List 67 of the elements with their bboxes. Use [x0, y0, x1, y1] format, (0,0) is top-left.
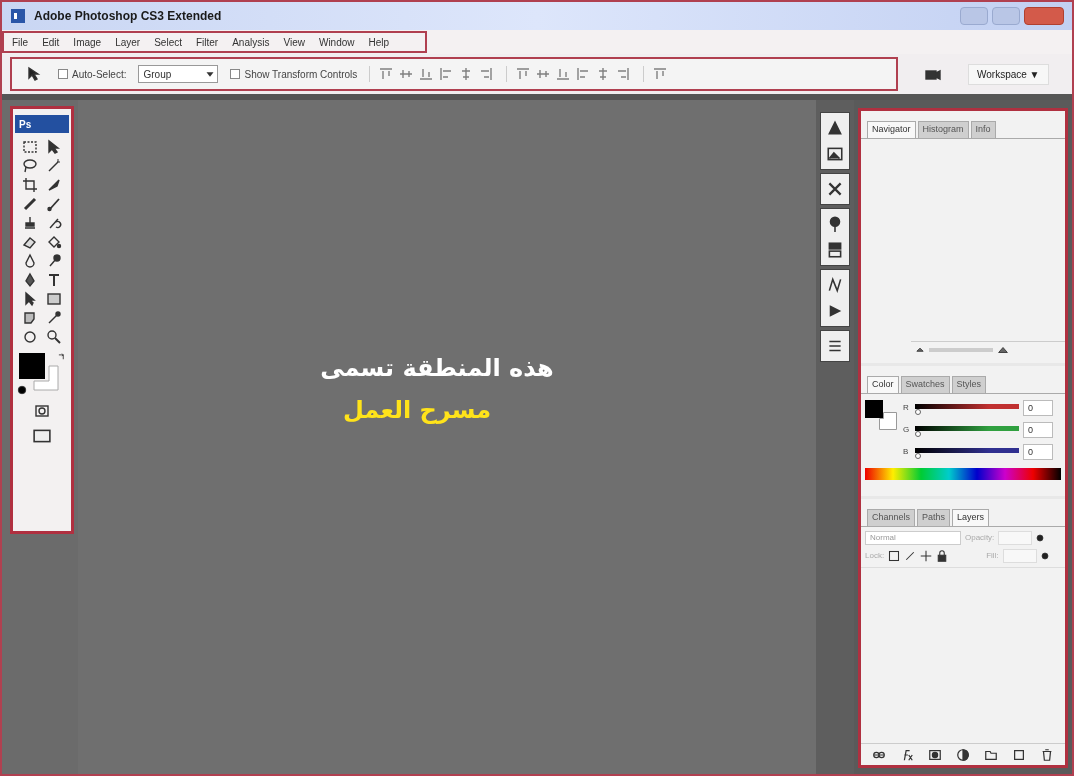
- app-logo: Ps: [15, 115, 69, 133]
- slider-thumb[interactable]: [915, 452, 921, 459]
- lock-position-icon[interactable]: [920, 549, 933, 562]
- opacity-field[interactable]: [998, 530, 1033, 545]
- menu-item[interactable]: Help: [368, 34, 390, 50]
- menu-item[interactable]: Window: [318, 34, 355, 50]
- color-ramp[interactable]: [865, 467, 1061, 480]
- menu-item[interactable]: Edit: [42, 34, 60, 50]
- panel-tab[interactable]: Channels: [867, 509, 916, 526]
- opacity-label: Opacity:: [965, 531, 995, 544]
- lasso-icon[interactable]: [20, 158, 40, 174]
- background-color-swatch[interactable]: [33, 365, 59, 391]
- window-title: Adobe Photoshop CS3 Extended: [34, 8, 222, 25]
- crop-icon[interactable]: [20, 177, 40, 193]
- image-icon[interactable]: [826, 145, 844, 163]
- menu-item[interactable]: Select: [154, 34, 182, 50]
- panel-tab[interactable]: Info: [970, 121, 996, 138]
- panel-tab[interactable]: Swatches: [900, 376, 950, 393]
- padlock-icon[interactable]: [936, 549, 949, 562]
- stack-icon[interactable]: [826, 241, 844, 259]
- panel-tab[interactable]: Styles: [951, 376, 987, 393]
- new-layer-icon[interactable]: [1012, 747, 1026, 762]
- fill-field[interactable]: [1002, 548, 1037, 563]
- app-icon: [10, 8, 26, 24]
- canvas-caption: مسرح العمل: [342, 395, 492, 426]
- rectangle-shape-icon[interactable]: [44, 291, 64, 307]
- zoom-in-icon[interactable]: [997, 344, 1009, 355]
- channel-label: R: [903, 401, 910, 414]
- screen-mode-icon[interactable]: [30, 427, 54, 445]
- foreground-color-swatch[interactable]: [865, 399, 883, 418]
- channel-label: B: [903, 445, 910, 458]
- default-colors-icon[interactable]: [17, 385, 27, 395]
- slider-thumb[interactable]: [915, 430, 921, 437]
- show-transform-checkbox[interactable]: Show Transform Controls: [230, 66, 358, 82]
- panel-tab[interactable]: Histogram: [917, 121, 969, 138]
- value-field[interactable]: 0: [1023, 443, 1053, 460]
- background-color-swatch[interactable]: [879, 411, 897, 430]
- fill-label: Fill:: [986, 549, 999, 562]
- value-field[interactable]: 0: [1023, 421, 1053, 438]
- lock-transparency-icon[interactable]: [888, 549, 901, 562]
- canvas-caption: هذه المنطقة تسمى: [320, 353, 554, 384]
- marquee-icon[interactable]: [20, 139, 40, 155]
- menu-item[interactable]: View: [283, 34, 305, 50]
- lock-label: Lock:: [865, 549, 885, 562]
- wave-icon[interactable]: [826, 276, 844, 294]
- menu-item[interactable]: Analysis: [232, 34, 270, 50]
- value-field[interactable]: 0: [1023, 399, 1053, 416]
- foreground-color-swatch[interactable]: [19, 353, 45, 379]
- mask-icon[interactable]: [928, 747, 942, 762]
- quick-mask-icon[interactable]: [33, 403, 51, 419]
- slider-thumb[interactable]: [915, 408, 921, 415]
- lock-pixels-icon[interactable]: [904, 549, 917, 562]
- auto-select-checkbox[interactable]: Auto-Select:: [58, 66, 127, 82]
- panel-tab[interactable]: Paths: [917, 509, 951, 526]
- target-dropdown[interactable]: Group: [138, 65, 219, 83]
- panel-tab[interactable]: Color: [867, 376, 899, 393]
- adjustment-icon[interactable]: [956, 747, 970, 762]
- panel-tab[interactable]: Layers: [952, 509, 990, 526]
- trash-icon[interactable]: [1040, 747, 1054, 762]
- menu-item[interactable]: File: [12, 34, 29, 50]
- workspace-button[interactable]: Workspace ▼: [968, 63, 1049, 85]
- tools-icon[interactable]: [826, 180, 844, 198]
- channel-label: G: [903, 423, 911, 436]
- menu-item[interactable]: Layer: [115, 34, 141, 50]
- menu-item[interactable]: Filter: [195, 34, 219, 50]
- panel-tab[interactable]: Navigator: [867, 121, 916, 138]
- menu-item[interactable]: Image: [73, 34, 102, 50]
